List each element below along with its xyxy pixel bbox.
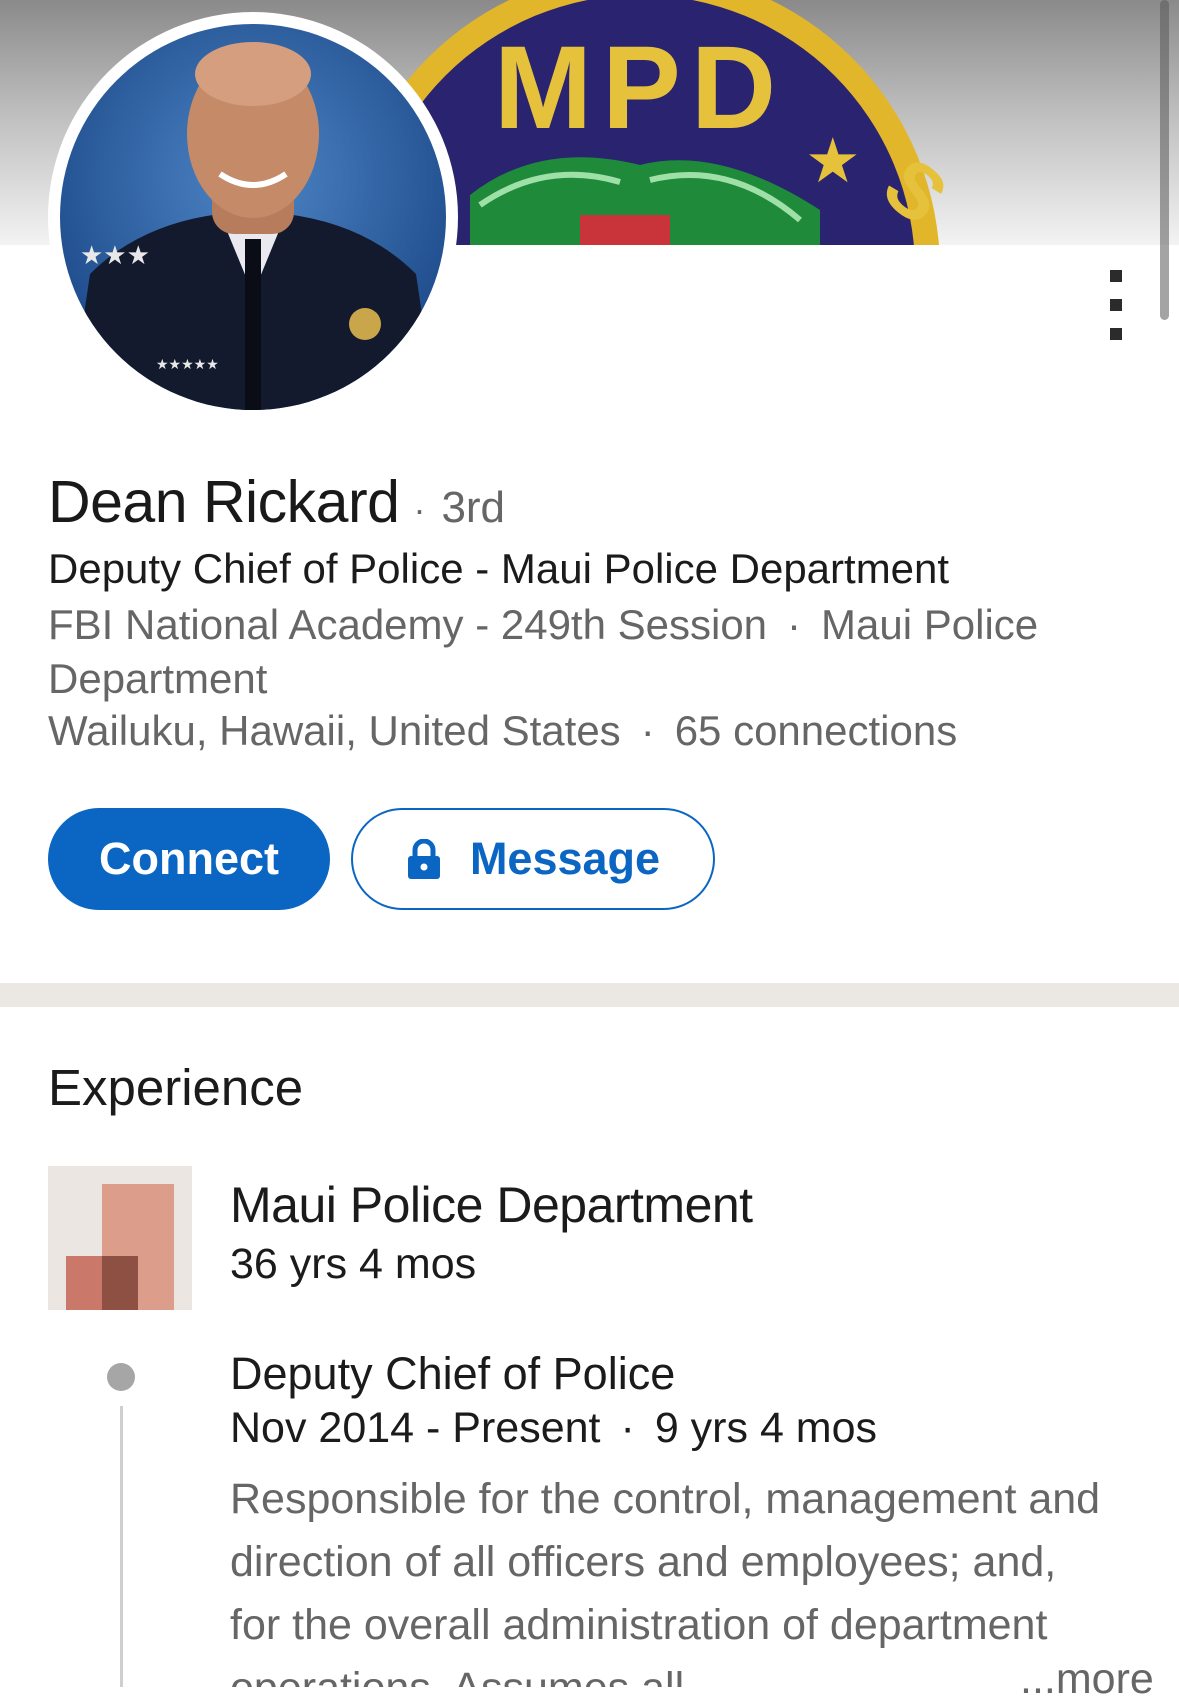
company-logo-icon[interactable] [48, 1166, 192, 1310]
experience-heading: Experience [48, 1059, 304, 1116]
seal-text: MPD [494, 22, 786, 154]
scrollbar[interactable] [1160, 0, 1169, 320]
timeline-line [120, 1406, 123, 1687]
lock-icon [407, 839, 440, 879]
section-divider [0, 983, 1179, 1007]
svg-text:★★★: ★★★ [80, 241, 150, 271]
more-options-icon[interactable] [1100, 270, 1132, 340]
name-row: Dean Rickard · 3rd [48, 468, 505, 536]
location-label: Wailuku, Hawaii, United States [48, 707, 621, 754]
role-title: Deputy Chief of Police [230, 1348, 676, 1399]
profile-name: Dean Rickard [48, 469, 400, 535]
separator-dot: · [413, 489, 426, 530]
education-label: FBI National Academy - 249th Session [48, 601, 768, 648]
message-button[interactable]: Message [351, 808, 715, 910]
connect-button[interactable]: Connect [48, 808, 330, 910]
profile-education: FBI National Academy - 249th Session · Mau… [48, 601, 1039, 702]
role-description: Responsible for the control, management … [230, 1475, 1101, 1687]
message-label: Message [469, 833, 661, 884]
avatar: ★★★ ★★★★★ [48, 12, 458, 422]
profile-location-row: Wailuku, Hawaii, United States · 65 connec… [48, 707, 958, 754]
see-more-link[interactable]: ...more [1000, 1655, 1154, 1704]
role-length: 9 yrs 4 mos [654, 1404, 878, 1452]
timeline-dot [107, 1363, 135, 1391]
svg-text:★★★★★: ★★★★★ [156, 357, 219, 373]
company-name[interactable]: Maui Police Department [230, 1176, 753, 1234]
profile-photo: ★★★ ★★★★★ [60, 24, 446, 410]
role-range: Nov 2014 - Present [230, 1404, 601, 1452]
connections-count[interactable]: 65 connections [675, 707, 958, 754]
company-duration: 36 yrs 4 mos [230, 1240, 477, 1288]
role-dates: Nov 2014 - Present · 9 yrs 4 mos [230, 1404, 878, 1452]
svg-text:★: ★ [805, 124, 861, 197]
profile-headline: Deputy Chief of Police - Maui Police Dep… [48, 545, 950, 592]
connection-degree: 3rd [441, 483, 506, 532]
